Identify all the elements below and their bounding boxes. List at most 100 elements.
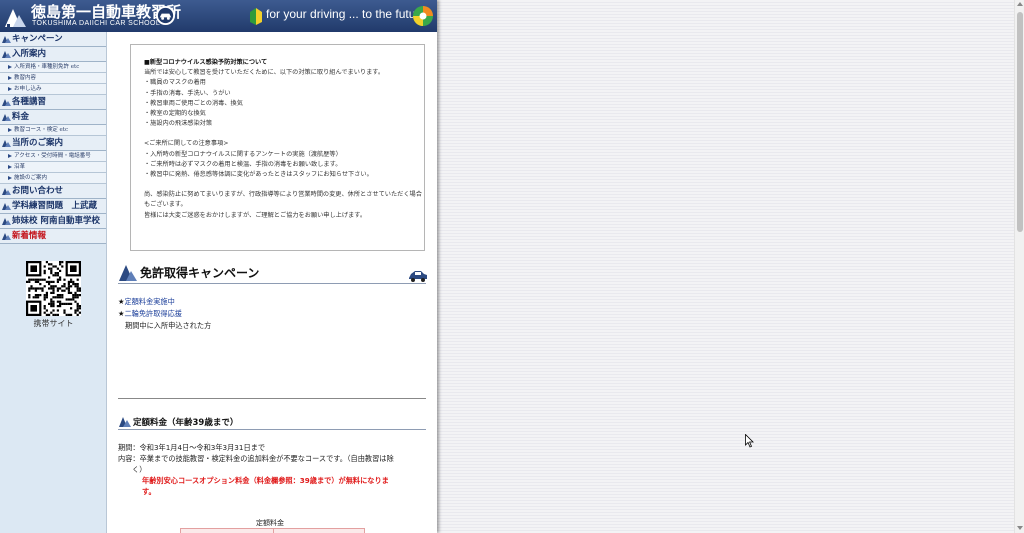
scroll-up-icon[interactable] [1017, 2, 1023, 6]
fee-title: 定額料金（年齢39歳まで） [133, 418, 239, 428]
sidebar-item-label: お申し込み [14, 86, 42, 92]
fixed-fee-link[interactable]: 定額料金実施中 [124, 297, 174, 306]
sidebar-item-label: アクセス・受付時間・電話番号 [14, 153, 91, 159]
sidebar-item-label: 新着情報 [12, 231, 47, 241]
measure-item: ・教習車両ご使用ごとの消毒、換気 [144, 99, 243, 107]
sidebar-item[interactable]: 入所案内 [0, 47, 106, 62]
sidebar-item-label: 入所案内 [12, 49, 47, 59]
notice-intro: 当所では安心して教習を受けていただくために、以下の対策に取り組んでまいります。 [144, 69, 385, 77]
scroll-down-icon[interactable] [1017, 526, 1023, 530]
nav-list: キャンペーン 入所案内入所資格・車種別免許 etc 教習内容お申し込み各種講習料金教… [0, 32, 106, 244]
sidebar-nav: キャンペーン 入所案内入所資格・車種別免許 etc 教習内容お申し込み各種講習料金教… [0, 32, 107, 533]
motorcycle-license-link[interactable]: 二輪免許取得応援 [124, 309, 182, 318]
fee-table [180, 528, 365, 533]
fee-content-cont: く） [132, 465, 147, 474]
nav-triangle-icon [2, 140, 11, 147]
fee-content: 内容：卒業までの技能教習・検定料金の追加料金が不要なコースです。（自由教習は除 [118, 454, 394, 463]
sidebar-subitem[interactable]: 教習内容 [0, 73, 106, 84]
fee-heading: 定額料金（年齢39歳まで） [118, 414, 426, 430]
notice-title: ■新型コロナウイルス感染予防対策について [144, 59, 268, 66]
sidebar-item-label: 入所資格・車種別免許 etc [14, 64, 80, 70]
sidebar-item[interactable]: 新着情報 [0, 229, 106, 244]
sidebar-item[interactable]: 姉妹校 阿南自動車学校 [0, 214, 106, 229]
sidebar-item[interactable]: 料金 [0, 110, 106, 125]
nav-triangle-icon [2, 203, 11, 210]
sidebar-item-label: 沿革 [14, 164, 26, 170]
sidebar-item-label: 姉妹校 阿南自動車学校 [12, 216, 100, 226]
sidebar-item[interactable]: 学科練習問題 上武蔵 [0, 199, 106, 214]
beginner-leaf-icon [250, 8, 262, 25]
nav-arrow-icon [8, 76, 12, 80]
slogan: for your driving ... to the future [266, 7, 427, 21]
nav-triangle-icon [2, 114, 11, 121]
measure-item: ・職員のマスクの着用 [144, 79, 206, 87]
car-icon [409, 271, 427, 282]
sidebar-subitem[interactable]: お申し込み [0, 84, 106, 95]
sidebar-item[interactable]: 当所のご案内 [0, 136, 106, 151]
campaign-title: 免許取得キャンペーン [140, 266, 260, 280]
nav-arrow-icon [8, 154, 12, 158]
page-scrollbar[interactable] [1014, 0, 1024, 533]
visitor-item: ・入所時の新型コロナウイルスに関するアンケートの実施（渡航歴等） [144, 150, 342, 158]
visitor-title: <ご来所に関しての注意事項> [144, 140, 229, 148]
campaign-item: ★二輪免許取得応援 [118, 309, 182, 318]
fee-highlight-cont: す。 [142, 487, 156, 496]
campaign-list: ★定額料金実施中 ★二輪免許取得応援 期間中に入所申込された方 [118, 296, 211, 332]
nav-triangle-icon [2, 188, 11, 195]
sidebar-subitem[interactable]: 入所資格・車種別免許 etc [0, 62, 106, 73]
sidebar-item-label: 当所のご案内 [12, 138, 64, 148]
sidebar-item-label: 各種講習 [12, 97, 47, 107]
visitor-item: ・ご来所時は必ずマスクの着用と検温、手指の消毒をお願い致します。 [144, 160, 342, 168]
sidebar-item-label: 料金 [12, 112, 30, 122]
campaign-note: 期間中に入所申込された方 [125, 321, 212, 330]
sidebar-item-label: お問い合わせ [12, 186, 64, 196]
nav-triangle-icon [2, 233, 11, 240]
nav-triangle-icon [2, 51, 11, 58]
sidebar-item-label: キャンペーン [12, 34, 63, 44]
sidebar-subitem[interactable]: 沿革 [0, 162, 106, 173]
cursor-icon [745, 434, 754, 448]
sidebar-item-label: 教習内容 [14, 75, 37, 81]
main-content: ■新型コロナウイルス感染予防対策について 当所では安心して教習を受けていただくた… [108, 32, 437, 533]
sidebar-item[interactable]: お問い合わせ [0, 184, 106, 199]
site-page: 徳島第一自動車教習所 TOKUSHIMA DAIICHI CAR SCHOOL … [0, 0, 437, 533]
section-divider [118, 398, 426, 399]
scroll-thumb[interactable] [1017, 12, 1023, 232]
nav-triangle-icon [2, 36, 11, 43]
nav-arrow-icon [8, 87, 12, 91]
visitor-item: ・教習中に発熱、倦怠感等体調に変化があったときはスタッフにお知らせ下さい。 [144, 171, 373, 179]
sidebar-item[interactable]: 各種講習 [0, 95, 106, 110]
mountain-heading-icon [119, 265, 137, 281]
nav-triangle-icon [2, 99, 11, 106]
mountain-logo-icon[interactable] [4, 4, 28, 28]
measure-item: ・施設内の飛沫感染対策 [144, 120, 213, 128]
globe-badge-icon [413, 6, 433, 26]
nav-triangle-icon [2, 218, 11, 225]
sidebar-item-label: 施設のご案内 [14, 175, 48, 181]
campaign-item: ★定額料金実施中 [118, 297, 175, 306]
nav-arrow-icon [8, 165, 12, 169]
school-name-en: TOKUSHIMA DAIICHI CAR SCHOOL [32, 20, 161, 27]
car-badge-icon [155, 5, 176, 26]
measure-item: ・教室の定期的な換気 [144, 110, 206, 118]
sidebar-subitem[interactable]: アクセス・受付時間・電話番号 [0, 151, 106, 162]
fee-body: 期間：令和3年1月4日～令和3年3月31日まで 内容：卒業までの技能教習・検定料… [118, 442, 426, 497]
sidebar-subitem[interactable]: 教習コース・検定 etc [0, 125, 106, 136]
fee-highlight: 年齢別安心コースオプション料金（料金欄参照：39歳まで）が無料になりま [142, 476, 389, 485]
qr-code-icon[interactable] [26, 261, 81, 316]
fee-table-caption: 定額料金 [256, 519, 284, 527]
campaign-heading: 免許取得キャンペーン [118, 262, 427, 284]
fee-period: 期間：令和3年1月4日～令和3年3月31日まで [118, 443, 266, 452]
nav-arrow-icon [8, 176, 12, 180]
mountain-heading-icon [119, 417, 131, 427]
sidebar-item-label: 教習コース・検定 etc [14, 127, 69, 133]
nav-arrow-icon [8, 65, 12, 69]
header: 徳島第一自動車教習所 TOKUSHIMA DAIICHI CAR SCHOOL … [0, 0, 437, 32]
measure-item: ・手指の消毒、手洗い、うがい [144, 89, 231, 97]
closing-text: 皆様には大変ご迷惑をおかけしますが、ご理解とご協力をお願い申し上げます。 [144, 211, 367, 219]
qr-caption: 携帯サイト [33, 319, 74, 328]
covid-notice-box: ■新型コロナウイルス感染予防対策について 当所では安心して教習を受けていただくた… [130, 44, 425, 251]
sidebar-subitem[interactable]: 施設のご案内 [0, 173, 106, 184]
sidebar-item[interactable]: キャンペーン [0, 32, 106, 47]
nav-arrow-icon [8, 128, 12, 132]
